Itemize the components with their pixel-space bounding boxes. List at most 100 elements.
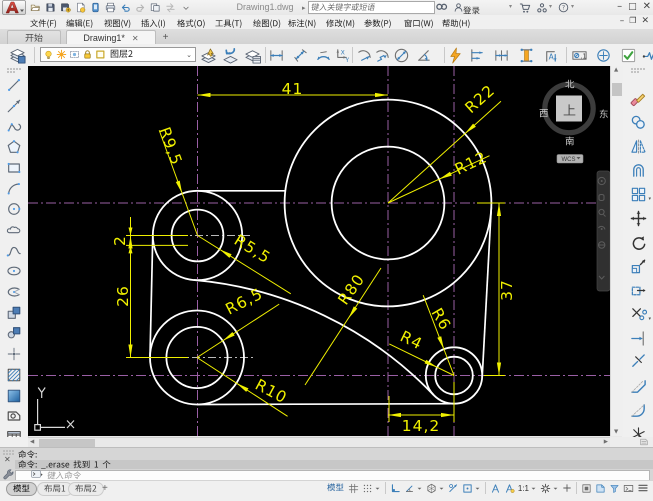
dim-quick-button[interactable] bbox=[445, 46, 465, 64]
navigation-bar[interactable] bbox=[597, 171, 610, 291]
menu-format[interactable] bbox=[177, 16, 205, 30]
dim-angular-button[interactable] bbox=[413, 46, 433, 64]
make-current-button[interactable] bbox=[198, 46, 218, 64]
offset-button[interactable] bbox=[627, 160, 649, 180]
share-icon[interactable] bbox=[535, 1, 548, 14]
layer-color-swatch[interactable] bbox=[95, 49, 106, 60]
tab-drawing1[interactable]: Drawing1* ✕ bbox=[66, 30, 156, 45]
horizontal-scroll-thumb[interactable] bbox=[39, 439, 95, 447]
more-button[interactable] bbox=[179, 1, 192, 14]
grid-toggle[interactable] bbox=[347, 481, 360, 495]
undo-button[interactable] bbox=[119, 1, 132, 14]
new-tab-button[interactable]: + bbox=[160, 32, 171, 43]
menu-view[interactable] bbox=[104, 16, 131, 30]
dim-diameter-button[interactable] bbox=[391, 46, 411, 64]
trim-dropdown-icon[interactable]: ▾ bbox=[648, 316, 651, 322]
erase-button[interactable] bbox=[627, 88, 649, 108]
region-button[interactable] bbox=[3, 406, 25, 426]
menu-dimension[interactable] bbox=[288, 16, 316, 30]
autocad-logo[interactable] bbox=[2, 0, 27, 15]
dim-continue-button[interactable] bbox=[491, 46, 511, 64]
dim-arclength-button[interactable] bbox=[313, 46, 333, 64]
revision-cloud-button[interactable] bbox=[3, 220, 25, 240]
drawing-canvas[interactable]: 412623714,2R9,5R5,5R6,5R10R22R12R6R4R80W… bbox=[28, 66, 610, 436]
compass-east-label[interactable] bbox=[599, 106, 609, 124]
graphics-performance-button[interactable] bbox=[594, 481, 607, 495]
dim-edit-button[interactable] bbox=[516, 46, 536, 64]
osnap-toggle[interactable] bbox=[461, 481, 482, 495]
scroll-left-icon[interactable]: ◀ bbox=[30, 439, 34, 445]
doc-restore-button[interactable]: ❐ bbox=[629, 16, 636, 26]
layer-properties-button[interactable] bbox=[7, 46, 27, 64]
fillet-button[interactable] bbox=[627, 400, 649, 420]
compass-north-label[interactable] bbox=[565, 76, 575, 94]
insert-block-button[interactable] bbox=[3, 303, 25, 323]
menu-help[interactable] bbox=[442, 16, 470, 30]
share-dropdown-icon[interactable]: ▾ bbox=[549, 3, 552, 10]
search-input[interactable] bbox=[308, 1, 435, 14]
annotation-auto-toggle[interactable] bbox=[503, 481, 516, 495]
dim-ordinate-button[interactable]: XY bbox=[332, 46, 352, 64]
array-dropdown-icon[interactable]: ▾ bbox=[648, 196, 651, 202]
maximize-button[interactable]: □ bbox=[628, 2, 637, 12]
compass-south-label[interactable] bbox=[565, 133, 575, 151]
layout-tab-model[interactable] bbox=[6, 482, 37, 496]
scale-button[interactable] bbox=[627, 256, 649, 276]
menu-window[interactable] bbox=[404, 16, 434, 30]
annotation-visibility-toggle[interactable] bbox=[489, 481, 502, 495]
arc-button[interactable] bbox=[3, 179, 25, 199]
command-close-icon[interactable]: ✕ bbox=[4, 455, 11, 464]
help-dropdown-icon[interactable]: ▾ bbox=[571, 3, 574, 10]
extend-button[interactable] bbox=[627, 328, 649, 348]
menu-draw[interactable] bbox=[253, 16, 281, 30]
polar-toggle[interactable] bbox=[403, 481, 424, 495]
circle-button[interactable] bbox=[3, 199, 25, 219]
copy-button[interactable] bbox=[627, 112, 649, 132]
dim-center-button[interactable] bbox=[593, 46, 613, 64]
make-block-button[interactable] bbox=[3, 323, 25, 343]
move-button[interactable] bbox=[627, 208, 649, 228]
construction-line-button[interactable] bbox=[3, 96, 25, 116]
doc-close-button[interactable]: ✕ bbox=[641, 16, 649, 26]
layer-vpfreeze-icon[interactable] bbox=[69, 49, 80, 60]
dim-joglinear-button[interactable] bbox=[640, 46, 653, 64]
minimize-button[interactable]: – bbox=[617, 2, 622, 12]
annotation-scale-button[interactable]: 1:1 bbox=[517, 481, 538, 495]
filter-button[interactable] bbox=[608, 481, 621, 495]
snap-toggle[interactable] bbox=[361, 481, 382, 495]
layer-bulb-icon[interactable] bbox=[43, 49, 54, 60]
object-isolate-button[interactable] bbox=[580, 481, 593, 495]
doc-minimize-button[interactable]: – bbox=[620, 16, 625, 26]
ellipse-button[interactable] bbox=[3, 261, 25, 281]
otrack-toggle[interactable] bbox=[447, 481, 460, 495]
isodraft-toggle[interactable] bbox=[425, 481, 446, 495]
scroll-down-icon[interactable]: ▼ bbox=[614, 429, 618, 435]
compass-up-label[interactable] bbox=[563, 102, 576, 120]
annotation-monitor-icon[interactable] bbox=[610, 437, 653, 447]
tab-close-icon[interactable]: ✕ bbox=[132, 34, 139, 43]
dim-update-button[interactable] bbox=[618, 46, 638, 64]
trim-button[interactable]: ▾ bbox=[627, 304, 649, 324]
gradient-button[interactable] bbox=[3, 386, 25, 406]
search-expand-icon[interactable]: ▸ bbox=[302, 4, 306, 12]
spline-button[interactable] bbox=[3, 241, 25, 261]
new-sheet-button[interactable] bbox=[104, 1, 117, 14]
rotate-button[interactable] bbox=[627, 232, 649, 252]
menu-modify[interactable] bbox=[326, 16, 355, 30]
plot-button[interactable] bbox=[74, 1, 87, 14]
dim-baseline-button[interactable] bbox=[467, 46, 487, 64]
line-button[interactable] bbox=[3, 75, 25, 95]
scroll-up-icon[interactable]: ▲ bbox=[614, 67, 618, 73]
wcs-selector[interactable]: WCS bbox=[557, 155, 583, 164]
save-as-button[interactable] bbox=[59, 1, 72, 14]
ortho-toggle[interactable] bbox=[389, 481, 402, 495]
menu-file[interactable] bbox=[30, 16, 57, 30]
rectangle-button[interactable] bbox=[3, 158, 25, 178]
point-button[interactable] bbox=[3, 344, 25, 364]
layer-freeze-icon[interactable] bbox=[56, 49, 67, 60]
layer-previous-button[interactable] bbox=[220, 46, 240, 64]
save-button[interactable] bbox=[44, 1, 57, 14]
add-toggle-button[interactable] bbox=[561, 481, 573, 495]
layer-lock-icon[interactable] bbox=[82, 49, 93, 60]
mirror-button[interactable] bbox=[627, 136, 649, 156]
